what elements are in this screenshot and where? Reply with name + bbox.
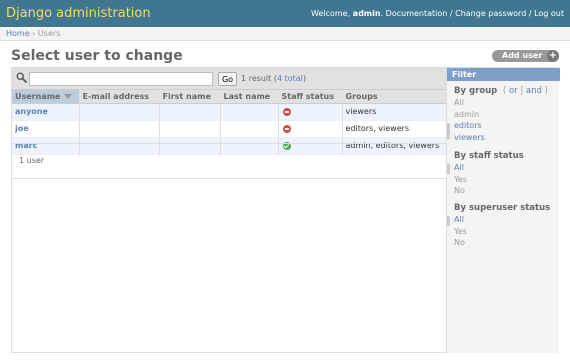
- cell-last-name: [219, 120, 278, 138]
- breadcrumb-separator: ›: [32, 29, 36, 38]
- filter-or-link[interactable]: or: [509, 86, 518, 96]
- plus-icon: +: [547, 50, 559, 62]
- page-title: Select user to change: [11, 48, 183, 64]
- filter-selection-marker: [447, 164, 450, 174]
- filter-title: Filter: [447, 68, 560, 81]
- cell-staff-status: [277, 103, 342, 121]
- filter-heading: By group ( or | and ): [454, 86, 558, 98]
- cell-email: [78, 120, 159, 138]
- column-header-first-name[interactable]: First name: [158, 90, 220, 104]
- filter-sidebar: Filter By group ( or | and ) All admin e…: [446, 68, 560, 353]
- no-icon: [282, 107, 291, 116]
- breadcrumb-current: Users: [37, 29, 61, 38]
- documentation-link[interactable]: Documentation: [386, 9, 448, 18]
- logout-link[interactable]: Log out: [534, 9, 564, 18]
- cell-first-name: [158, 103, 220, 121]
- changelist: Go 1 result (4 total) Username E-mail ad…: [11, 67, 560, 353]
- filter-option-all[interactable]: All: [454, 163, 558, 175]
- add-user-button[interactable]: Add user +: [492, 50, 559, 62]
- column-header-username[interactable]: Username: [12, 90, 79, 104]
- cell-username: anyone: [12, 103, 79, 121]
- cell-first-name: [158, 120, 220, 138]
- cell-last-name: [219, 103, 278, 121]
- breadcrumb: Home › Users: [0, 27, 570, 41]
- filter-selection-marker: [447, 123, 450, 139]
- header-bar: Django administration Welcome, admin. Do…: [0, 0, 570, 27]
- filter-by-group: By group ( or | and ) All admin editors …: [454, 86, 558, 144]
- filter-option-viewers[interactable]: viewers: [454, 133, 558, 145]
- filter-option-no[interactable]: No: [454, 238, 558, 250]
- column-header-groups[interactable]: Groups: [341, 90, 446, 104]
- search-icon: [16, 72, 27, 83]
- column-header-staff-status[interactable]: Staff status: [277, 90, 342, 104]
- filter-and-link[interactable]: and: [526, 86, 542, 96]
- show-total-link[interactable]: 4 total: [277, 74, 303, 83]
- table-row: anyone viewers: [12, 103, 446, 121]
- filter-heading-label: By group: [454, 86, 498, 96]
- no-icon: [282, 124, 291, 133]
- filter-option-all[interactable]: All: [454, 215, 558, 227]
- filter-selection-marker: [447, 216, 450, 226]
- filter-option-yes[interactable]: Yes: [454, 227, 558, 239]
- table-row: joe editors, viewers: [12, 120, 446, 138]
- welcome-text: Welcome,: [310, 9, 351, 18]
- go-button[interactable]: Go: [218, 72, 237, 86]
- filter-mode-options: ( or | and ): [500, 86, 548, 96]
- current-username: admin: [352, 9, 381, 18]
- cell-groups: editors, viewers: [341, 120, 446, 138]
- filter-option-editors[interactable]: editors: [454, 121, 558, 133]
- table-header-row: Username E-mail address First name Last …: [12, 90, 446, 104]
- cell-email: [78, 103, 159, 121]
- filter-option-admin[interactable]: admin: [454, 110, 558, 122]
- cell-username: joe: [12, 120, 79, 138]
- result-count-text: 1 result: [241, 74, 272, 83]
- cell-groups: viewers: [341, 103, 446, 121]
- paginator: 1 user: [12, 143, 446, 179]
- link-separator: /: [526, 9, 535, 18]
- sort-descending-icon[interactable]: [64, 93, 73, 99]
- column-label: Username: [15, 91, 61, 101]
- user-tools: Welcome, admin. Documentation / Change p…: [310, 9, 564, 18]
- filter-by-superuser-status: By superuser status All Yes No: [454, 203, 558, 250]
- filter-option-no[interactable]: No: [454, 186, 558, 198]
- result-count: 1 result (4 total): [241, 74, 306, 83]
- column-header-last-name[interactable]: Last name: [219, 90, 278, 104]
- search-toolbar: Go 1 result (4 total): [12, 68, 446, 90]
- column-header-email[interactable]: E-mail address: [78, 90, 159, 104]
- cell-staff-status: [277, 120, 342, 138]
- filter-heading: By superuser status: [454, 203, 551, 213]
- breadcrumb-home-link[interactable]: Home: [6, 29, 30, 38]
- filter-option-all[interactable]: All: [454, 98, 558, 110]
- search-input[interactable]: [29, 72, 213, 86]
- site-branding[interactable]: Django administration: [6, 6, 151, 21]
- change-password-link[interactable]: Change password: [455, 9, 526, 18]
- filter-option-yes[interactable]: Yes: [454, 175, 558, 187]
- user-link-anyone[interactable]: anyone: [15, 107, 48, 116]
- filter-by-staff-status: By staff status All Yes No: [454, 151, 558, 198]
- filter-heading: By staff status: [454, 151, 524, 161]
- add-user-label: Add user: [502, 51, 543, 60]
- link-separator: /: [447, 9, 456, 18]
- user-link-joe[interactable]: joe: [15, 124, 29, 133]
